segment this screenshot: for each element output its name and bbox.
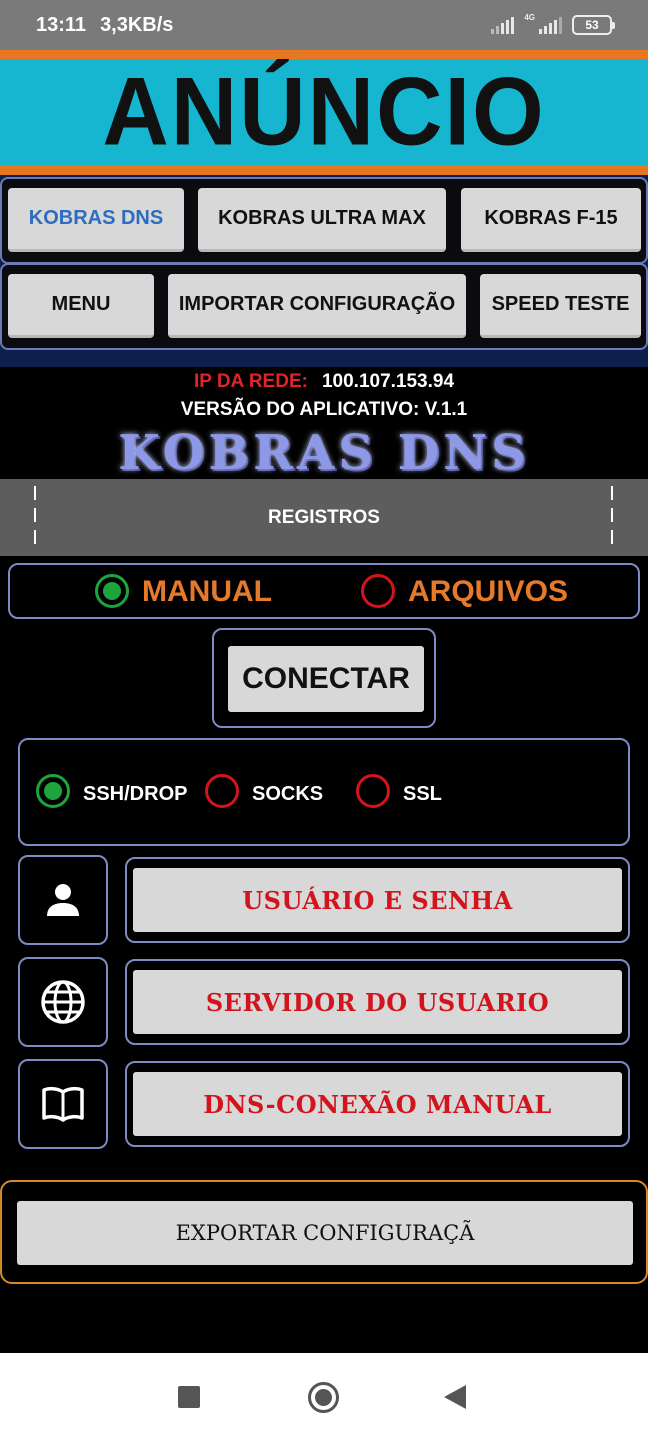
book-icon [42, 1086, 84, 1122]
recent-apps-icon[interactable] [178, 1386, 200, 1408]
status-icons: 4G 53 [491, 12, 615, 35]
menu-button[interactable]: MENU [8, 274, 154, 338]
network-speed: 3,3KB/s [100, 13, 174, 36]
user-password-button[interactable]: USUÁRIO E SENHA [133, 868, 622, 932]
user-server-button[interactable]: SERVIDOR DO USUARIO [133, 970, 622, 1034]
mode-selector: MANUAL ARQUIVOS [8, 563, 640, 619]
user-icon [47, 884, 79, 916]
logs-label: REGISTROS [268, 507, 380, 528]
network-type: 4G [524, 12, 535, 22]
tab-kobras-dns[interactable]: KOBRAS DNS [8, 188, 184, 252]
banner-bottom-stripe [0, 165, 648, 175]
radio-ssh-drop[interactable] [36, 774, 70, 808]
dns-manual-container: DNS-CONEXÃO MANUAL [125, 1061, 630, 1147]
radio-socks[interactable] [205, 774, 239, 808]
export-config-button[interactable]: EXPORTAR CONFIGURAÇÃ [17, 1201, 633, 1265]
ad-banner[interactable]: ANÚNCIO [0, 57, 648, 166]
ip-label: IP DA REDE: [193, 371, 308, 392]
protocol-socks-label[interactable]: SOCKS [252, 783, 323, 806]
logs-tab[interactable]: REGISTROS [0, 479, 648, 556]
clock: 13:11 [36, 13, 87, 36]
user-password-container: USUÁRIO E SENHA [125, 857, 630, 943]
book-icon-box [18, 1059, 108, 1149]
ad-banner-text: ANÚNCIO [102, 57, 546, 166]
globe-icon-box [18, 957, 108, 1047]
tab-row-1: KOBRAS DNS KOBRAS ULTRA MAX KOBRAS F-15 [0, 177, 648, 264]
divider [611, 486, 613, 550]
user-icon-box [18, 855, 108, 945]
battery-icon: 53 [572, 15, 615, 35]
user-server-container: SERVIDOR DO USUARIO [125, 959, 630, 1045]
protocol-selector: SSH/DROP SOCKS SSL [18, 738, 630, 846]
ip-value: 100.107.153.94 [321, 371, 455, 392]
connect-container: CONECTAR [212, 628, 436, 728]
app-version: VERSÃO DO APLICATIVO: V.1.1 [180, 399, 468, 420]
protocol-ssh-drop-label[interactable]: SSH/DROP [83, 783, 187, 806]
import-config-button[interactable]: IMPORTAR CONFIGURAÇÃO [168, 274, 466, 338]
tab-kobras-f15[interactable]: KOBRAS F-15 [461, 188, 641, 252]
cell-signal-icon [539, 16, 562, 34]
connect-button[interactable]: CONECTAR [228, 646, 424, 712]
status-bar: 13:11 3,3KB/s 4G 53 [0, 0, 648, 50]
ip-line: IP DA REDE: 100.107.153.94 [0, 371, 648, 393]
tab-kobras-ultra-max[interactable]: KOBRAS ULTRA MAX [198, 188, 446, 252]
radio-manual[interactable] [95, 574, 129, 608]
tab-row-2: MENU IMPORTAR CONFIGURAÇÃO SPEED TESTE [0, 263, 648, 350]
radio-ssl[interactable] [356, 774, 390, 808]
export-container: EXPORTAR CONFIGURAÇÃ [0, 1180, 648, 1284]
info-panel: IP DA REDE: 100.107.153.94 VERSÃO DO APLI… [0, 367, 648, 481]
globe-icon [41, 980, 85, 1024]
mode-arquivos-label[interactable]: ARQUIVOS [408, 575, 568, 609]
back-icon[interactable] [444, 1385, 466, 1409]
dns-manual-button[interactable]: DNS-CONEXÃO MANUAL [133, 1072, 622, 1136]
home-icon[interactable] [308, 1382, 339, 1413]
protocol-ssl-label[interactable]: SSL [403, 783, 442, 806]
radio-arquivos[interactable] [361, 574, 395, 608]
system-nav-bar [0, 1353, 648, 1440]
kobras-dns-logo: KOBRAS DNS [118, 425, 530, 481]
speed-test-button[interactable]: SPEED TESTE [480, 274, 641, 338]
wifi-signal-icon [491, 16, 515, 34]
mode-manual-label[interactable]: MANUAL [142, 575, 272, 609]
